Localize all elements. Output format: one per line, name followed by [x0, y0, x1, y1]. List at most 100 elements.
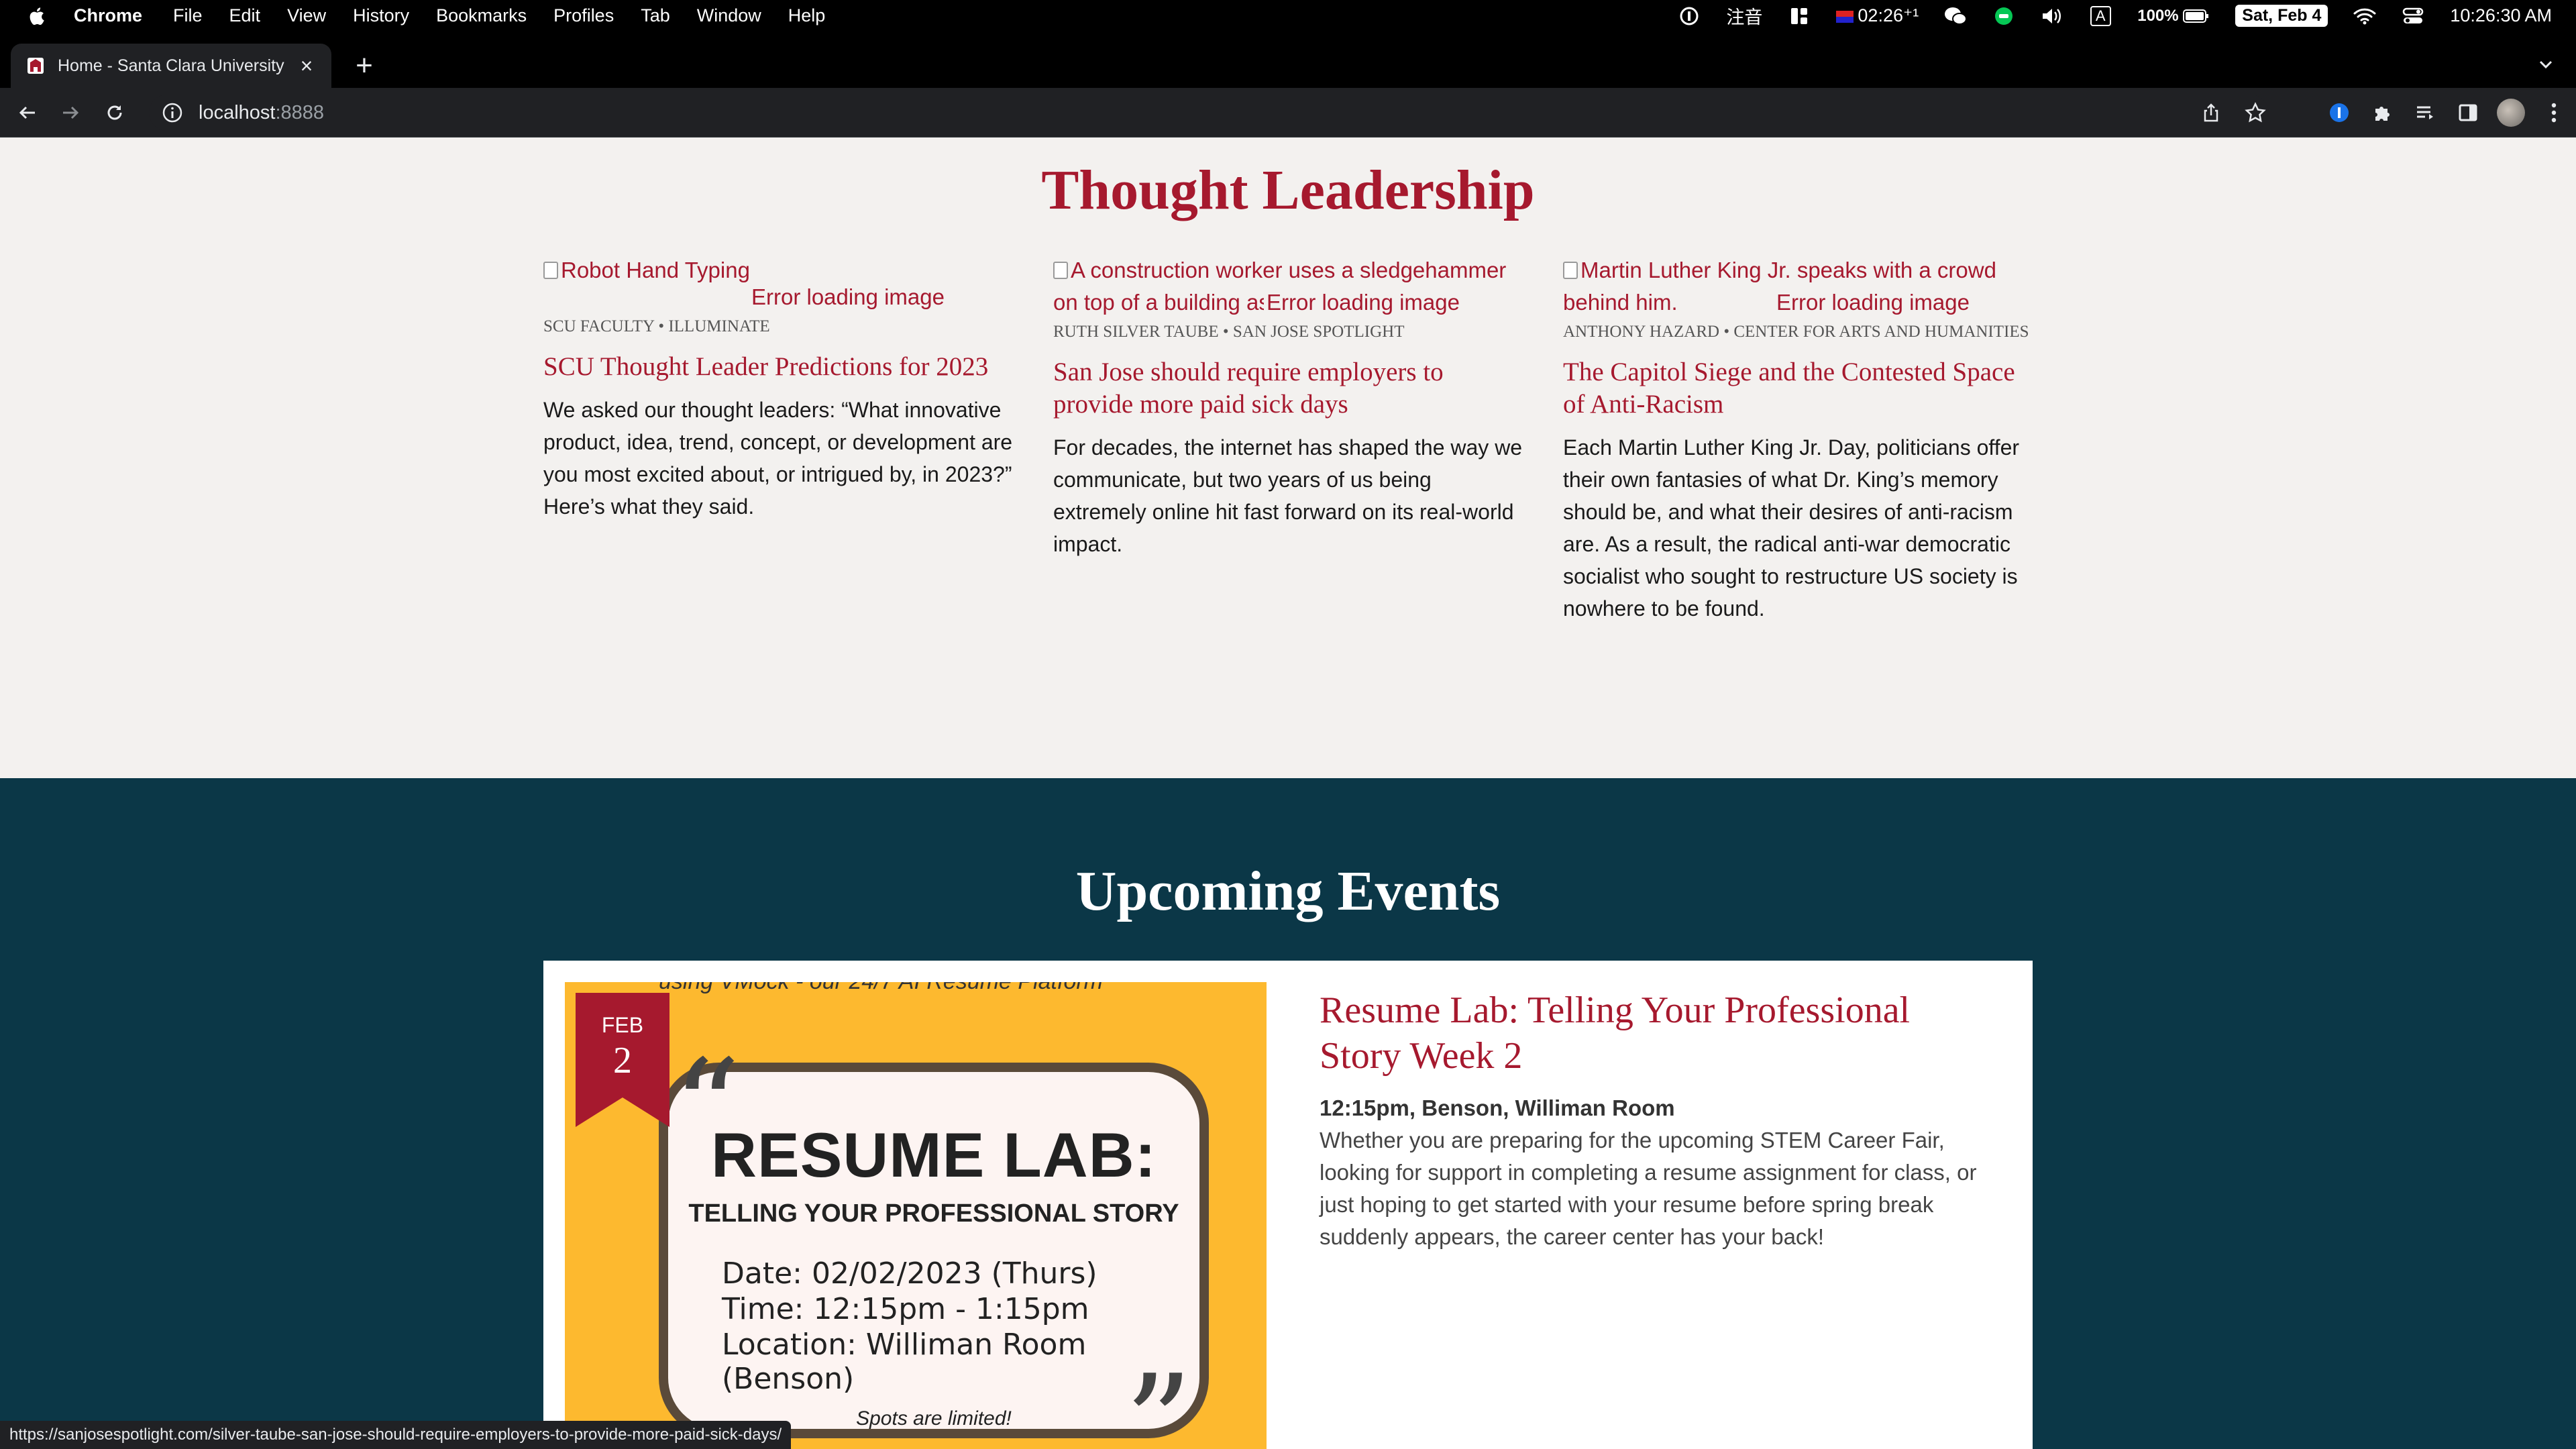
broken-image-icon	[1563, 262, 1578, 279]
bookmark-star-icon[interactable]	[2242, 99, 2269, 126]
tab-search-chevron-icon[interactable]	[2536, 54, 2556, 74]
browser-toolbar: localhost:8888	[0, 88, 2576, 138]
world-clock-time: 02:26⁺¹	[1858, 5, 1919, 25]
side-panel-icon[interactable]	[2453, 97, 2483, 128]
article-headline-link[interactable]: San Jose should require employers to pro…	[1053, 356, 1523, 421]
volume-icon[interactable]	[2041, 6, 2063, 26]
menu-bookmarks[interactable]: Bookmarks	[436, 5, 527, 26]
event-flyer-image[interactable]: using VMock - our 24/7 AI Resume Platfor…	[565, 982, 1267, 1449]
event-info: Resume Lab: Telling Your Professional St…	[1320, 987, 1990, 1253]
article-byline: RUTH SILVER TAUBE • SAN JOSE SPOTLIGHT	[1053, 323, 1405, 341]
web-page: Thought Leadership Robot Hand Typing Err…	[0, 138, 2576, 1449]
article-byline: SCU FACULTY • ILLUMINATE	[543, 317, 770, 335]
toolbar-actions	[2312, 97, 2569, 128]
article-image-broken[interactable]: A construction worker uses a sledgehamme…	[1053, 254, 1523, 319]
event-description: Whether you are preparing for the upcomi…	[1320, 1128, 1977, 1249]
menu-tab[interactable]: Tab	[641, 5, 670, 26]
menu-clock[interactable]: 10:26:30 AM	[2450, 5, 2552, 26]
scu-favicon-icon	[28, 58, 44, 74]
thought-leadership-heading: Thought Leadership	[1041, 159, 1535, 221]
upcoming-events-section: Upcoming Events using VMock - our 24/7 A…	[0, 778, 2576, 1449]
avatar	[2497, 99, 2525, 127]
extensions-puzzle-icon[interactable]	[2367, 97, 2398, 128]
new-tab-button[interactable]: +	[349, 50, 380, 81]
browser-tab-active[interactable]: Home - Santa Clara University ×	[11, 44, 331, 88]
menu-view[interactable]: View	[287, 5, 326, 26]
article-headline-link[interactable]: The Capitol Siege and the Contested Spac…	[1563, 356, 2033, 421]
article-description: We asked our thought leaders: “What inno…	[543, 398, 1013, 519]
flyer-top-text: using VMock - our 24/7 AI Resume Platfor…	[659, 982, 1195, 995]
reload-button[interactable]	[101, 99, 129, 127]
wifi-icon[interactable]	[2353, 6, 2376, 26]
control-center-icon[interactable]	[2402, 6, 2424, 26]
world-clock[interactable]: 02:26⁺¹	[1836, 5, 1919, 26]
macos-menu-bar: Chrome File Edit View History Bookmarks …	[0, 0, 2576, 32]
screen: Chrome File Edit View History Bookmarks …	[0, 0, 2576, 1449]
share-icon[interactable]	[2198, 99, 2224, 126]
battery-status[interactable]: 100%	[2137, 7, 2210, 25]
image-error-text: Error loading image	[1776, 290, 1970, 315]
tab-title: Home - Santa Clara University	[58, 56, 284, 75]
wechat-icon[interactable]	[1944, 6, 1968, 26]
url-port: :8888	[275, 101, 325, 123]
apple-menu-icon[interactable]	[27, 6, 46, 26]
back-arrow-icon	[19, 106, 35, 119]
profile-avatar[interactable]	[2496, 97, 2526, 128]
tab-close-icon[interactable]: ×	[297, 54, 317, 78]
battery-icon	[2183, 9, 2209, 23]
upcoming-events-heading: Upcoming Events	[1075, 860, 1501, 922]
menu-window[interactable]: Window	[697, 5, 761, 26]
menu-file[interactable]: File	[173, 5, 203, 26]
site-info-icon[interactable]	[161, 101, 184, 124]
event-time-location: 12:15pm, Benson, Williman Room	[1320, 1095, 1675, 1120]
input-method-indicator[interactable]: 注音	[1726, 3, 1762, 29]
event-title-link[interactable]: Resume Lab: Telling Your Professional St…	[1320, 987, 1990, 1079]
flag-icon	[1836, 10, 1854, 23]
article-image-broken[interactable]: Robot Hand Typing Error loading image	[543, 254, 1013, 313]
open-quote-icon: “	[672, 1031, 741, 1187]
address-url: localhost:8888	[199, 102, 324, 124]
layout-icon[interactable]	[1788, 6, 1811, 26]
input-source-icon[interactable]: A	[2089, 5, 2112, 26]
back-button[interactable]	[13, 99, 42, 127]
article-card: Martin Luther King Jr. speaks with a cro…	[1563, 254, 2033, 625]
image-error-text: Error loading image	[1267, 290, 1460, 315]
event-month: FEB	[601, 1013, 644, 1037]
menu-history[interactable]: History	[353, 5, 409, 26]
flyer-date: Date: 02/02/2023 (Thurs)	[722, 1256, 1097, 1291]
onepassword-icon[interactable]	[1678, 6, 1701, 26]
article-card: Robot Hand Typing Error loading image SC…	[543, 254, 1013, 523]
link-hover-status-bar: https://sanjosespotlight.com/silver-taub…	[0, 1421, 792, 1449]
forward-arrow-icon	[63, 106, 79, 119]
broken-image-icon	[1053, 262, 1068, 279]
line-icon[interactable]	[1992, 6, 2015, 26]
article-card: A construction worker uses a sledgehamme…	[1053, 254, 1523, 560]
article-description: For decades, the internet has shaped the…	[1053, 435, 1523, 556]
menu-profiles[interactable]: Profiles	[553, 5, 614, 26]
close-quote-icon: ”	[1124, 1346, 1193, 1449]
menu-help[interactable]: Help	[788, 5, 826, 26]
input-source-label: A	[2090, 5, 2111, 26]
chrome-menu-icon[interactable]	[2538, 97, 2569, 128]
onepassword-extension-icon[interactable]	[2324, 97, 2355, 128]
flyer-heading: RESUME LAB:	[711, 1120, 1157, 1190]
forward-button[interactable]	[56, 99, 85, 127]
reading-list-icon[interactable]	[2410, 97, 2440, 128]
battery-percent: 100%	[2137, 6, 2179, 25]
event-card[interactable]: using VMock - our 24/7 AI Resume Platfor…	[543, 961, 2033, 1449]
thought-leadership-section: Thought Leadership Robot Hand Typing Err…	[0, 138, 2576, 778]
article-image-broken[interactable]: Martin Luther King Jr. speaks with a cro…	[1563, 254, 2033, 319]
date-pill[interactable]: Sat, Feb 4	[2235, 5, 2328, 27]
article-byline: ANTHONY HAZARD • CENTER FOR ARTS AND HUM…	[1563, 323, 2029, 341]
article-description: Each Martin Luther King Jr. Day, politic…	[1563, 435, 2020, 621]
reload-icon	[107, 105, 122, 120]
flyer-time: Time: 12:15pm - 1:15pm	[722, 1292, 1089, 1326]
address-bar[interactable]: localhost:8888	[149, 95, 2269, 131]
tab-strip: Home - Santa Clara University × +	[0, 32, 2576, 88]
menu-app-name[interactable]: Chrome	[74, 5, 142, 26]
flyer-subheading: TELLING YOUR PROFESSIONAL STORY	[688, 1199, 1179, 1228]
article-headline-link[interactable]: SCU Thought Leader Predictions for 2023	[543, 351, 1013, 383]
address-bar-actions	[2180, 95, 2269, 131]
menu-edit[interactable]: Edit	[229, 5, 261, 26]
image-alt-text: Robot Hand Typing	[561, 258, 750, 282]
